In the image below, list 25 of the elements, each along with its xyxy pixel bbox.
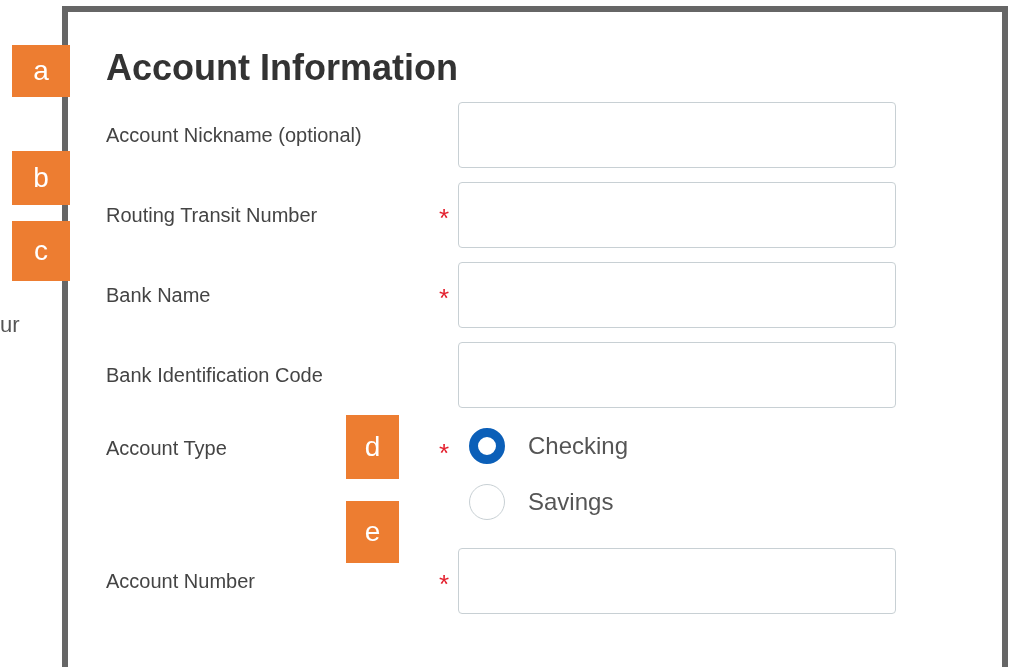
required-mark: * (438, 202, 450, 231)
radio-label[interactable]: Savings (528, 488, 614, 516)
radio-label[interactable]: Checking (528, 432, 629, 460)
required-mark: * (438, 568, 450, 597)
field-label: Routing Transit Number (106, 203, 318, 227)
input-field[interactable] (458, 548, 896, 614)
field-label: Account Nickname (optional) (106, 123, 362, 147)
field-label: Account Number (106, 569, 255, 593)
callout-label: b (12, 151, 70, 205)
partial-text: ur (0, 312, 20, 337)
input-field[interactable] (458, 262, 896, 328)
callout-label: a (12, 45, 70, 97)
input-field[interactable] (458, 182, 896, 248)
required-mark: * (438, 282, 450, 311)
callout-label: c (12, 221, 70, 281)
field-label: Bank Identification Code (106, 363, 323, 387)
input-field[interactable] (458, 102, 896, 168)
radio-button[interactable] (469, 428, 505, 464)
form-title: Account Information (106, 46, 459, 90)
callout-label: d (346, 415, 399, 479)
callout-label: e (346, 501, 399, 563)
field-label: Bank Name (106, 283, 211, 307)
field-label: Account Type (106, 436, 227, 460)
input-field[interactable] (458, 342, 896, 408)
required-mark: * (438, 437, 450, 466)
